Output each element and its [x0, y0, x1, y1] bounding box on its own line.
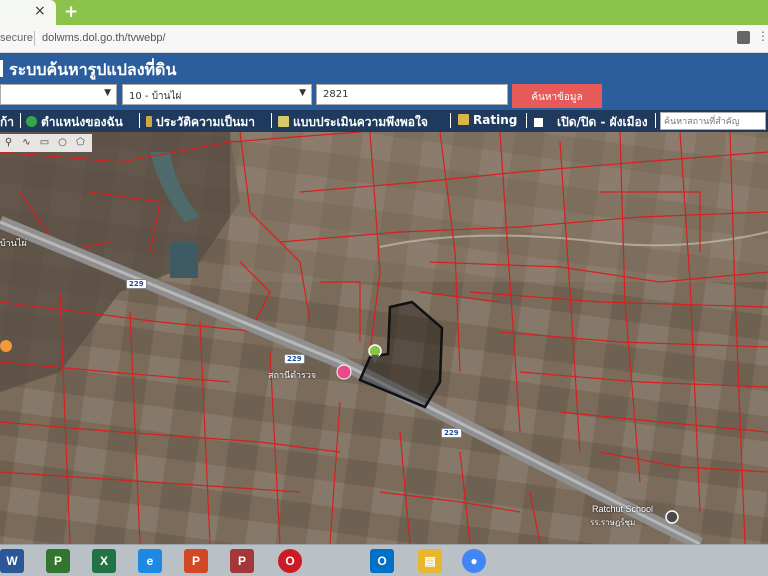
- nav-item-label: ก้า: [0, 115, 15, 129]
- nav-item-label: เปิด/ปิด - ผังเมือง: [557, 115, 648, 129]
- satellite-map: [0, 132, 768, 544]
- nav-item-history[interactable]: ประวัติความเป็นมา: [146, 113, 255, 132]
- tab-strip: × +: [0, 0, 768, 25]
- nav-item-label: แบบประเมินความพึงพอใจ: [293, 115, 428, 129]
- rating-icon: [458, 114, 469, 125]
- page-title: ระบบค้นหารูปแปลงที่ดิน: [9, 60, 177, 79]
- nav-item-home[interactable]: ก้า: [0, 113, 14, 132]
- road-shield-3: 229: [441, 428, 462, 438]
- nav-item-label: Rating: [473, 113, 518, 127]
- word-app-icon[interactable]: W: [0, 549, 24, 573]
- survey-icon: [278, 116, 289, 127]
- pond: [170, 242, 198, 278]
- nav-separator: [20, 113, 21, 128]
- school-label-th: รร.ราษฎร์ชุม: [590, 518, 636, 527]
- tambon-select[interactable]: 10 - บ้านไผ่ ▼: [122, 84, 312, 105]
- tambon-value: 10 - บ้านไผ่: [129, 91, 182, 102]
- road-shield-2: 229: [284, 354, 305, 364]
- school-label: Ratchut School: [592, 504, 654, 514]
- circle-tool-icon[interactable]: ○: [56, 136, 69, 149]
- address-separator: [34, 31, 35, 46]
- nav-separator: [526, 113, 527, 128]
- location-icon: [26, 116, 37, 127]
- publisher-app-icon[interactable]: P: [230, 549, 254, 573]
- search-row: ▼ 10 - บ้านไผ่ ▼ 2821 ค้นหาข้อมูล: [0, 84, 768, 110]
- road-shield-1: 229: [126, 279, 147, 289]
- pin-tool-icon[interactable]: ⚲: [2, 136, 15, 149]
- file-explorer-app-icon[interactable]: ▤: [418, 549, 442, 573]
- parcel-number-input[interactable]: 2821: [316, 84, 508, 105]
- browser-tab[interactable]: ×: [0, 0, 56, 25]
- map-view[interactable]: ⚲ ∿ ▭ ○ ⬠ บ้านไผ่ 229 229 229 สถานีตำรวจ…: [0, 132, 768, 544]
- close-tab-icon[interactable]: ×: [34, 3, 46, 19]
- dry-field-area: [230, 132, 768, 282]
- rect-tool-icon[interactable]: ▭: [38, 136, 51, 149]
- nav-item-label: ประวัติความเป็นมา: [156, 115, 256, 129]
- browser-menu-icon[interactable]: ⋮: [757, 29, 768, 43]
- new-tab-button[interactable]: +: [64, 2, 78, 22]
- history-icon: [146, 116, 152, 127]
- nav-bar: ก้า ตำแหน่งของฉัน ประวัติความเป็นมา แบบป…: [0, 110, 768, 132]
- station-label: สถานีตำรวจ: [268, 370, 317, 380]
- nav-separator: [450, 113, 451, 128]
- amphoe-select[interactable]: ▼: [0, 84, 117, 105]
- opera-app-icon[interactable]: O: [278, 549, 302, 573]
- chevron-down-icon: ▼: [299, 88, 306, 98]
- nav-item-label: ตำแหน่งของฉัน: [41, 115, 123, 129]
- translate-icon[interactable]: [737, 31, 750, 44]
- taskbar: W P X e P P O O ▤ ●: [0, 544, 768, 576]
- nav-separator: [271, 113, 272, 128]
- town-label: บ้านไผ่: [0, 238, 27, 248]
- draw-toolbar: ⚲ ∿ ▭ ○ ⬠: [0, 134, 92, 152]
- nav-separator: [655, 113, 656, 128]
- app-header: ระบบค้นหารูปแปลงที่ดิน: [0, 53, 768, 84]
- chrome-app-icon[interactable]: ●: [462, 549, 486, 573]
- school-icon[interactable]: [665, 510, 679, 524]
- edge-app-icon[interactable]: e: [138, 549, 162, 573]
- excel-app-icon[interactable]: X: [92, 549, 116, 573]
- police-station-icon[interactable]: [336, 364, 352, 380]
- parcel-number-value: 2821: [323, 89, 349, 100]
- search-button[interactable]: ค้นหาข้อมูล: [512, 84, 602, 108]
- line-tool-icon[interactable]: ∿: [20, 136, 33, 149]
- address-bar: secure dolwms.dol.go.th/tvwebp/ ⋮: [0, 25, 768, 53]
- powerpoint-app-icon[interactable]: P: [184, 549, 208, 573]
- header-accent-bar: [0, 60, 3, 77]
- project-app-icon[interactable]: P: [46, 549, 70, 573]
- chevron-down-icon: ▼: [104, 88, 111, 98]
- place-search-input[interactable]: [660, 112, 766, 130]
- polygon-tool-icon[interactable]: ⬠: [74, 136, 87, 149]
- nav-item-cityplan-toggle[interactable]: เปิด/ปิด - ผังเมือง: [534, 113, 648, 132]
- nav-item-survey[interactable]: แบบประเมินความพึงพอใจ: [278, 113, 428, 132]
- outlook-app-icon[interactable]: O: [370, 549, 394, 573]
- url-field[interactable]: dolwms.dol.go.th/tvwebp/: [42, 32, 166, 44]
- nav-separator: [139, 113, 140, 128]
- nav-item-rating[interactable]: Rating: [458, 113, 517, 127]
- poi-orange-icon[interactable]: [0, 340, 12, 352]
- checkbox-icon[interactable]: [534, 118, 543, 127]
- security-label[interactable]: secure: [0, 32, 33, 44]
- nav-item-my-location[interactable]: ตำแหน่งของฉัน: [26, 113, 123, 132]
